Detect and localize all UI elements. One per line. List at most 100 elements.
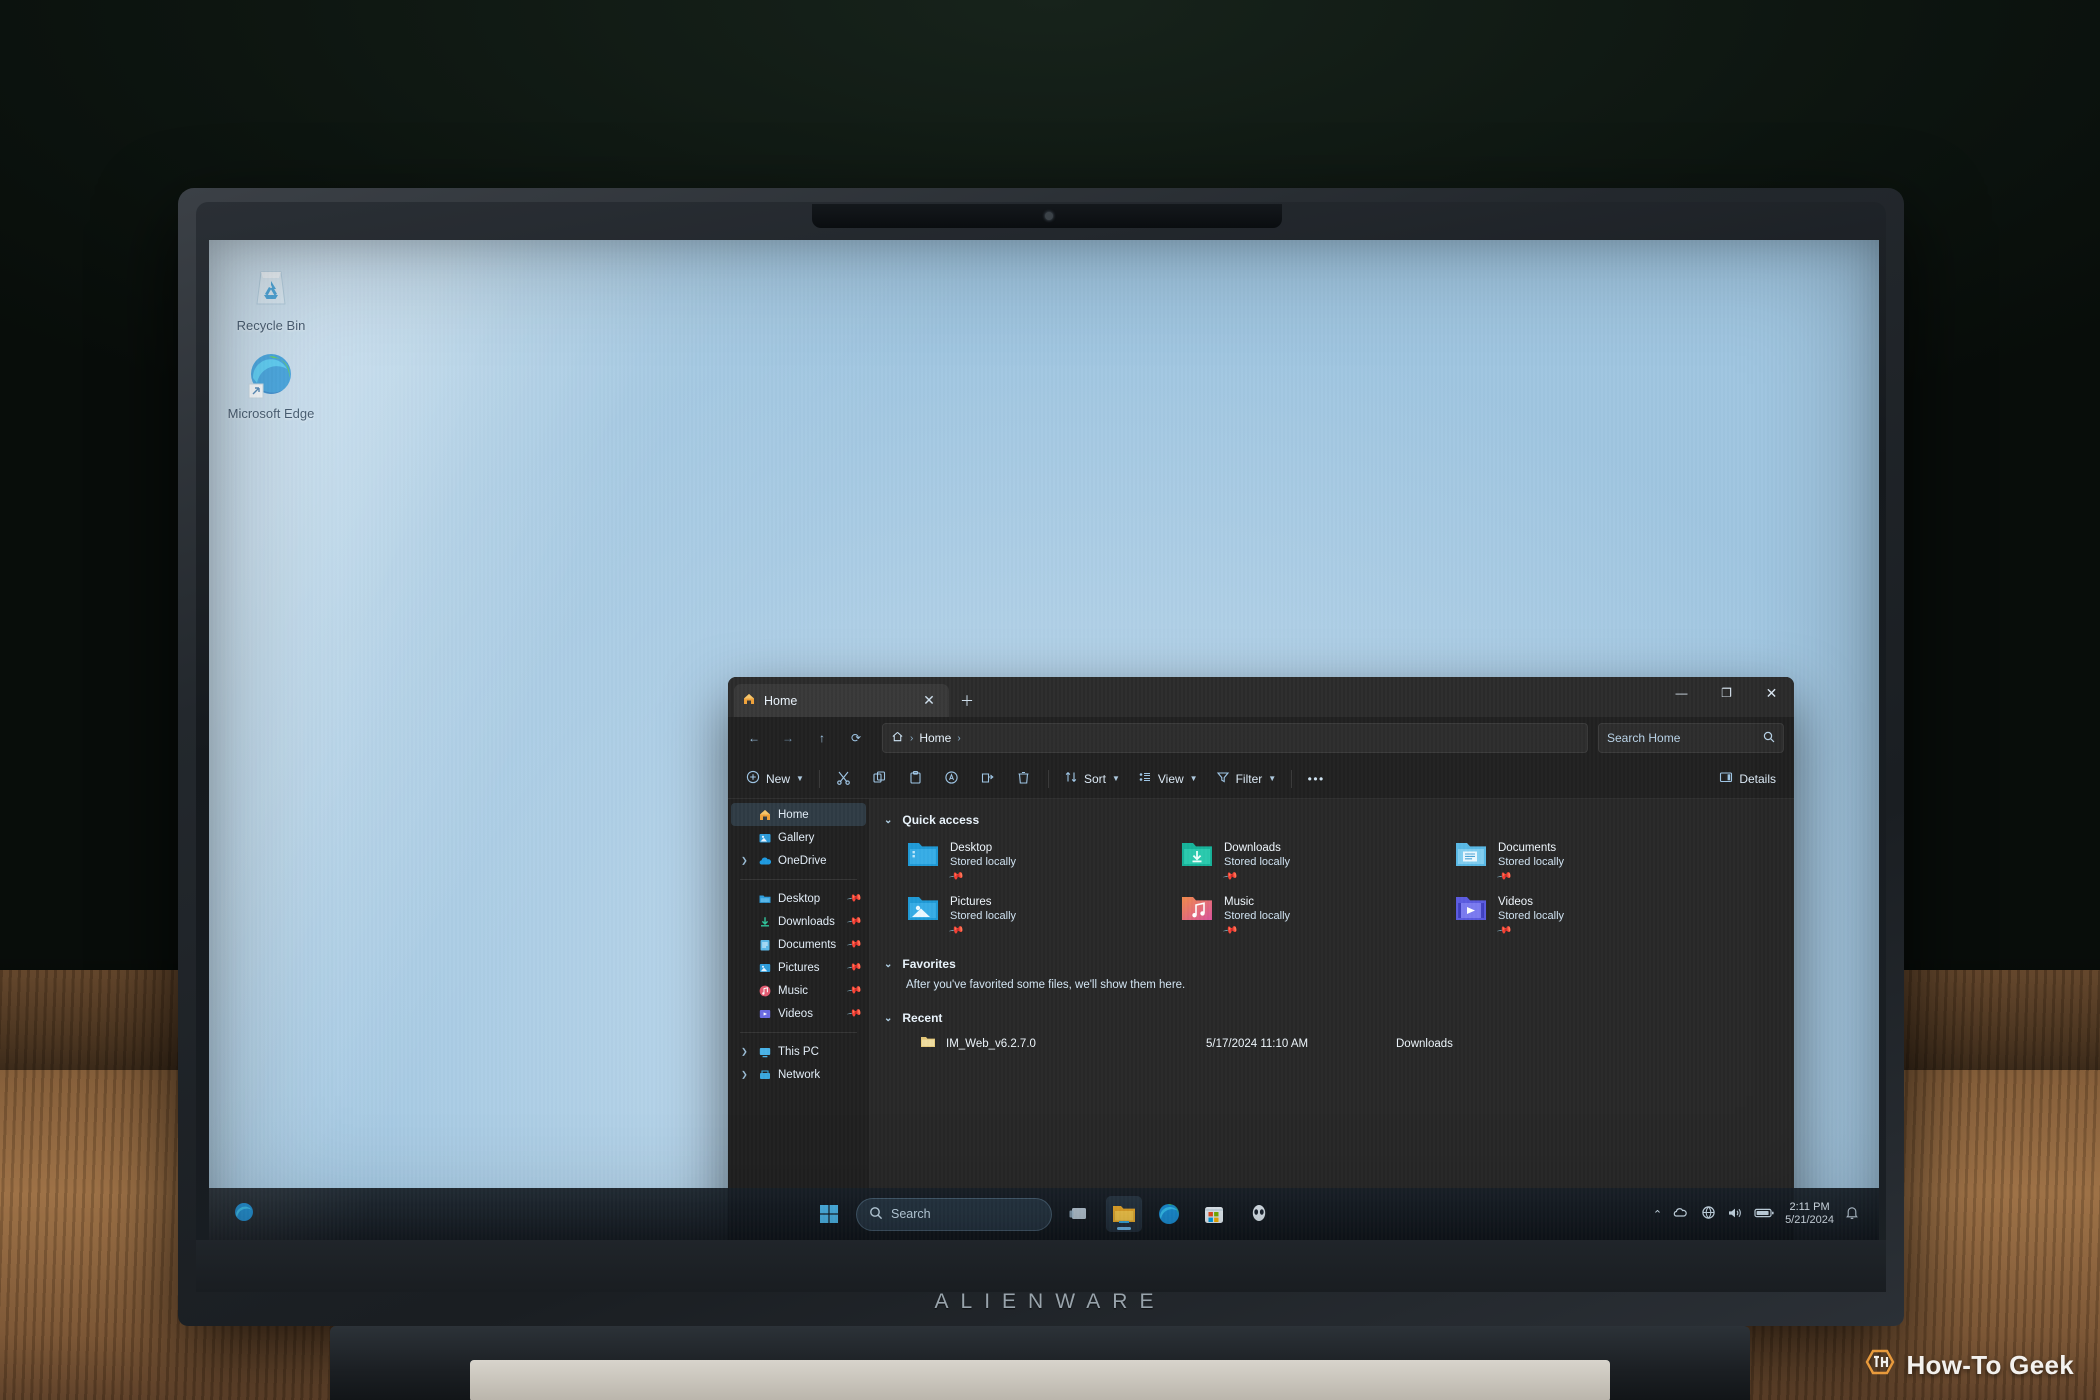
close-icon[interactable]: ✕ [1749, 677, 1794, 709]
home-icon [742, 692, 756, 709]
sidebar-item-label: This PC [778, 1045, 819, 1058]
sidebar-item-downloads[interactable]: Downloads 📌 [731, 910, 866, 933]
taskbar-clock[interactable]: 2:11 PM 5/21/2024 [1785, 1201, 1834, 1227]
sidebar-item-network[interactable]: ❯ Network [731, 1063, 866, 1086]
search-input[interactable]: Search Home [1598, 723, 1784, 753]
chevron-down-icon[interactable]: ⌄ [884, 959, 892, 970]
explorer-content: ⌄ Quick access Desktop Stored locally 📌 [870, 799, 1794, 1240]
chevron-right-icon[interactable]: ❯ [741, 856, 751, 865]
volume-icon[interactable] [1727, 1206, 1743, 1223]
forward-arrow-icon[interactable]: → [772, 723, 804, 753]
onedrive-icon [757, 853, 772, 868]
battery-icon[interactable] [1754, 1207, 1774, 1222]
copy-button[interactable] [863, 764, 897, 794]
filter-button[interactable]: Filter ▼ [1208, 764, 1285, 794]
new-button[interactable]: New ▼ [738, 764, 812, 794]
paste-button[interactable] [899, 764, 933, 794]
videos-folder-icon [757, 1006, 772, 1021]
pin-icon: 📌 [947, 922, 965, 939]
table-row[interactable]: IM_Web_v6.2.7.0 5/17/2024 11:10 AM Downl… [870, 1029, 1794, 1052]
quick-access-header[interactable]: ⌄ Quick access [870, 809, 1794, 831]
cut-button[interactable] [827, 764, 861, 794]
sidebar-item-home[interactable]: Home [731, 803, 866, 826]
taskbar-search-box[interactable]: Search [856, 1197, 1052, 1231]
quick-access-tile-music[interactable]: Music Stored locally 📌 [1180, 891, 1454, 939]
network-icon [757, 1067, 772, 1082]
sidebar-item-label: Home [778, 808, 809, 821]
quick-access-tile-pictures[interactable]: Pictures Stored locally 📌 [906, 891, 1180, 939]
chevron-down-icon: ▼ [1268, 774, 1277, 783]
home-icon [757, 807, 772, 822]
favorites-empty-message: After you've favorited some files, we'll… [906, 979, 1186, 991]
rename-button[interactable] [935, 764, 969, 794]
command-toolbar: New ▼ Sort ▼ View ▼ Filter ▼ ••• Details [728, 759, 1794, 799]
onedrive-tray-icon[interactable] [1673, 1206, 1690, 1222]
window-titlebar: Home ✕ ＋ ― ❐ ✕ [728, 677, 1794, 717]
sidebar-item-videos[interactable]: Videos 📌 [731, 1002, 866, 1025]
taskbar-app-microsoft-edge[interactable] [1151, 1196, 1187, 1232]
sidebar-item-documents[interactable]: Documents 📌 [731, 933, 866, 956]
close-icon[interactable]: ✕ [917, 689, 941, 713]
quick-access-tile-desktop[interactable]: Desktop Stored locally 📌 [906, 837, 1180, 885]
chevron-right-icon[interactable]: ❯ [741, 1047, 751, 1056]
search-icon [1763, 731, 1775, 746]
quick-access-tile-videos[interactable]: Videos Stored locally 📌 [1454, 891, 1728, 939]
gallery-icon [757, 830, 772, 845]
sidebar-item-gallery[interactable]: Gallery [731, 826, 866, 849]
taskbar-app-file-explorer[interactable] [1106, 1196, 1142, 1232]
edge-taskbar-corner-icon[interactable] [233, 1201, 255, 1228]
favorites-title: Favorites [902, 957, 956, 971]
chevron-down-icon[interactable]: ⌄ [884, 815, 892, 826]
tab-home[interactable]: Home ✕ [734, 684, 949, 717]
clock-time: 2:11 PM [1789, 1201, 1830, 1213]
share-icon [980, 770, 995, 788]
pin-icon: 📌 [1221, 868, 1239, 885]
delete-button[interactable] [1007, 764, 1041, 794]
laptop-brand-label: ALIENWARE [934, 1290, 1166, 1313]
bell-icon[interactable] [1845, 1205, 1859, 1223]
back-arrow-icon[interactable]: ← [738, 723, 770, 753]
sort-button[interactable]: Sort ▼ [1056, 764, 1128, 794]
breadcrumb[interactable]: › Home › [882, 723, 1588, 753]
desktop-icon-microsoft-edge[interactable]: Microsoft Edge [219, 350, 323, 421]
start-button[interactable] [811, 1196, 847, 1232]
recent-header[interactable]: ⌄ Recent [870, 1007, 1794, 1029]
overflow-menu-button[interactable]: ••• [1299, 764, 1333, 794]
pin-icon: 📌 [845, 936, 863, 953]
sidebar-item-desktop[interactable]: Desktop 📌 [731, 887, 866, 910]
documents-folder-icon [1454, 839, 1488, 869]
breadcrumb-separator[interactable]: › [957, 733, 960, 744]
maximize-icon[interactable]: ❐ [1704, 677, 1749, 709]
watermark: How-To Geek [1863, 1347, 2074, 1384]
favorites-header[interactable]: ⌄ Favorites [870, 953, 1794, 975]
sidebar-item-onedrive[interactable]: ❯ OneDrive [731, 849, 866, 872]
network-tray-icon[interactable] [1701, 1205, 1716, 1223]
microsoft-edge-icon [219, 350, 323, 402]
webcam-lens-icon [1045, 212, 1053, 220]
tile-status: Stored locally [1498, 910, 1565, 922]
chevron-right-icon[interactable]: ❯ [741, 1070, 751, 1079]
minimize-icon[interactable]: ― [1659, 677, 1704, 709]
view-button[interactable]: View ▼ [1130, 764, 1206, 794]
sidebar-item-this-pc[interactable]: ❯ This PC [731, 1040, 866, 1063]
details-pane-icon [1719, 770, 1733, 787]
desktop-icon-recycle-bin[interactable]: Recycle Bin [219, 262, 323, 333]
quick-access-tile-documents[interactable]: Documents Stored locally 📌 [1454, 837, 1728, 885]
details-pane-button[interactable]: Details [1711, 764, 1784, 794]
breadcrumb-item-home[interactable]: Home [919, 731, 951, 745]
share-button[interactable] [971, 764, 1005, 794]
clock-date: 5/21/2024 [1785, 1214, 1834, 1226]
quick-access-tile-downloads[interactable]: Downloads Stored locally 📌 [1180, 837, 1454, 885]
plus-icon[interactable]: ＋ [955, 689, 979, 713]
taskbar-app-alienware[interactable] [1241, 1196, 1277, 1232]
up-arrow-icon[interactable]: ↑ [806, 723, 838, 753]
chevron-down-icon[interactable]: ⌄ [884, 1013, 892, 1024]
taskbar-app-microsoft-store[interactable] [1196, 1196, 1232, 1232]
window-controls: ― ❐ ✕ [1659, 677, 1794, 709]
taskbar-app-task-view[interactable] [1061, 1196, 1097, 1232]
sidebar-item-music[interactable]: Music 📌 [731, 979, 866, 1002]
trash-icon [1016, 770, 1031, 788]
sidebar-item-pictures[interactable]: Pictures 📌 [731, 956, 866, 979]
chevron-up-icon[interactable]: ⌃ [1653, 1208, 1662, 1221]
refresh-icon[interactable]: ⟳ [840, 723, 872, 753]
